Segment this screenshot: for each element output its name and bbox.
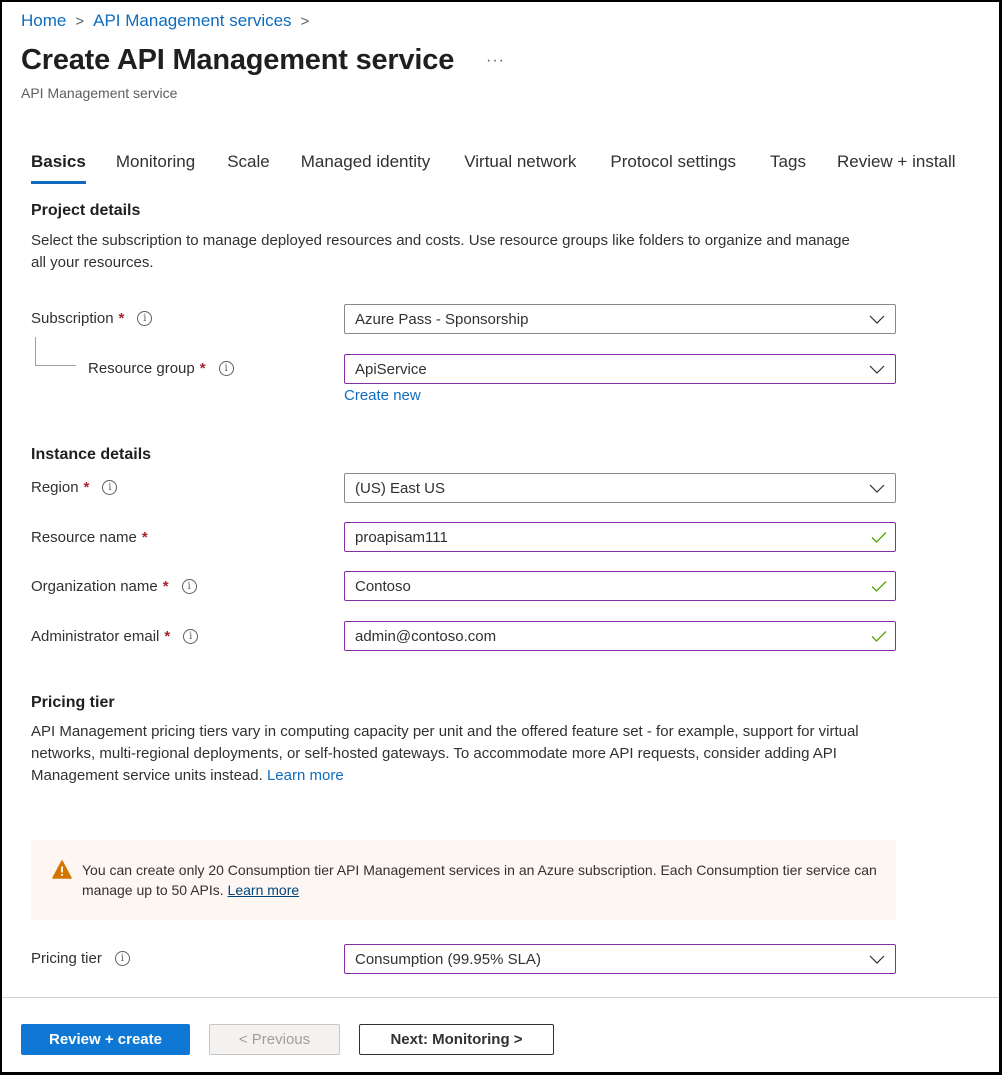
chevron-down-icon [869, 955, 885, 964]
tab-tags[interactable]: Tags [770, 152, 806, 172]
next-monitoring-button[interactable]: Next: Monitoring > [359, 1024, 554, 1055]
instance-details-heading: Instance details [31, 446, 152, 463]
previous-button[interactable]: < Previous [209, 1024, 340, 1055]
resource-group-value: ApiService [355, 360, 427, 378]
review-create-button[interactable]: Review + create [21, 1024, 190, 1055]
info-icon[interactable]: i [137, 311, 153, 326]
page-title: Create API Management service [21, 44, 455, 76]
info-icon[interactable]: i [218, 361, 234, 376]
organization-name-label: Organization name * i [31, 578, 197, 595]
tree-connector [35, 365, 76, 366]
resource-name-label-text: Resource name [31, 529, 137, 546]
pricing-tier-heading: Pricing tier [31, 694, 115, 711]
breadcrumb-api-management-services[interactable]: API Management services [93, 11, 291, 31]
more-options-icon[interactable]: ··· [486, 52, 505, 70]
organization-name-value: Contoso [355, 577, 411, 595]
pricing-tier-dropdown[interactable]: Consumption (99.95% SLA) [344, 944, 896, 974]
region-label-text: Region [31, 479, 79, 496]
info-icon[interactable]: i [183, 629, 199, 644]
pricing-tier-description: API Management pricing tiers vary in com… [31, 721, 881, 787]
chevron-down-icon [869, 484, 885, 493]
region-dropdown[interactable]: (US) East US [344, 473, 896, 503]
organization-name-label-text: Organization name [31, 578, 158, 595]
resource-name-input[interactable]: proapisam111 [344, 522, 896, 552]
chevron-down-icon [869, 365, 885, 374]
resource-group-dropdown[interactable]: ApiService [344, 354, 896, 384]
subscription-dropdown[interactable]: Azure Pass - Sponsorship [344, 304, 896, 334]
chevron-down-icon [869, 315, 885, 324]
checkmark-icon [871, 581, 887, 592]
tab-protocol-settings[interactable]: Protocol settings [610, 152, 736, 172]
footer-divider [2, 997, 999, 998]
info-icon[interactable]: i [102, 480, 118, 495]
pricing-tier-label: Pricing tier i [31, 950, 130, 967]
chevron-right-icon: > [300, 12, 310, 30]
subscription-value: Azure Pass - Sponsorship [355, 310, 529, 328]
resource-group-label: Resource group * i [88, 360, 234, 377]
page-subtitle: API Management service [21, 85, 178, 101]
admin-email-label: Administrator email * i [31, 628, 199, 645]
checkmark-icon [871, 532, 887, 543]
required-asterisk: * [162, 578, 169, 595]
pricing-tier-label-text: Pricing tier [31, 950, 102, 967]
tab-monitoring[interactable]: Monitoring [116, 152, 195, 172]
tab-virtual-network[interactable]: Virtual network [464, 152, 576, 172]
tab-bar: Basics Monitoring Scale Managed identity… [31, 152, 956, 184]
pricing-description-text: API Management pricing tiers vary in com… [31, 723, 859, 784]
required-asterisk: * [164, 628, 171, 645]
info-icon[interactable]: i [114, 951, 130, 966]
region-label: Region * i [31, 479, 118, 496]
checkmark-icon [871, 631, 887, 642]
admin-email-value: admin@contoso.com [355, 627, 497, 645]
warning-icon [52, 860, 72, 879]
create-new-link[interactable]: Create new [344, 387, 421, 404]
project-details-heading: Project details [31, 202, 141, 219]
pricing-learn-more-link[interactable]: Learn more [267, 767, 344, 784]
resource-name-label: Resource name * [31, 529, 148, 546]
breadcrumb: Home > API Management services > [21, 11, 318, 31]
required-asterisk: * [199, 360, 206, 377]
tab-basics[interactable]: Basics [31, 152, 86, 184]
chevron-right-icon: > [75, 12, 85, 30]
subscription-label: Subscription * i [31, 310, 153, 327]
required-asterisk: * [141, 529, 148, 546]
warning-message: You can create only 20 Consumption tier … [82, 860, 882, 900]
organization-name-input[interactable]: Contoso [344, 571, 896, 601]
resource-name-value: proapisam111 [355, 528, 448, 546]
tab-scale[interactable]: Scale [227, 152, 270, 172]
info-icon[interactable]: i [181, 579, 197, 594]
admin-email-label-text: Administrator email [31, 628, 160, 645]
subscription-label-text: Subscription [31, 310, 114, 327]
warning-text: You can create only 20 Consumption tier … [82, 862, 877, 898]
admin-email-input[interactable]: admin@contoso.com [344, 621, 896, 651]
warning-learn-more-link[interactable]: Learn more [228, 882, 300, 898]
tab-review-install[interactable]: Review + install [837, 152, 956, 172]
breadcrumb-home[interactable]: Home [21, 11, 66, 31]
required-asterisk: * [83, 479, 90, 496]
region-value: (US) East US [355, 479, 446, 497]
pricing-tier-value: Consumption (99.95% SLA) [355, 950, 541, 968]
required-asterisk: * [118, 310, 125, 327]
resource-group-label-text: Resource group [88, 360, 195, 377]
project-details-description: Select the subscription to manage deploy… [31, 232, 850, 271]
tab-managed-identity[interactable]: Managed identity [301, 152, 430, 172]
tree-connector [35, 337, 36, 366]
